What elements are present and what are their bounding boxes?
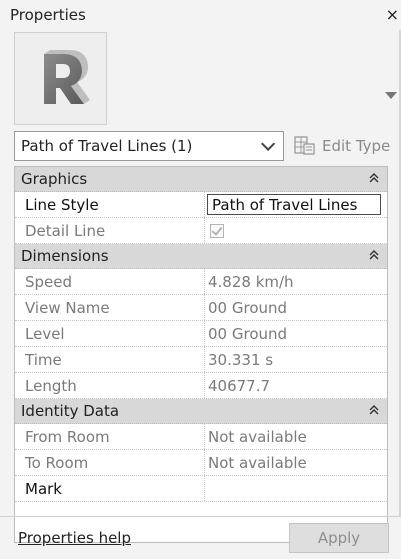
property-value-cell[interactable]: Path of Travel Lines: [205, 192, 387, 217]
property-row-length: Length 40677.7: [15, 373, 387, 399]
properties-help-link[interactable]: Properties help: [18, 529, 131, 547]
palette-title: Properties: [10, 6, 86, 24]
properties-grid: Graphics Line Style Path of Travel Lines…: [14, 166, 388, 543]
group-dimensions[interactable]: Dimensions: [15, 244, 387, 269]
property-row-view-name: View Name 00 Ground: [15, 295, 387, 321]
collapse-up-icon[interactable]: [369, 249, 379, 264]
property-row-mark[interactable]: Mark: [15, 476, 387, 502]
property-row-line-style[interactable]: Line Style Path of Travel Lines: [15, 192, 387, 218]
group-label: Graphics: [21, 170, 88, 188]
type-preview-area: [0, 30, 401, 128]
title-bar: Properties ×: [0, 0, 401, 30]
property-row-speed: Speed 4.828 km/h: [15, 269, 387, 295]
property-row-time: Time 30.331 s: [15, 347, 387, 373]
group-identity-data[interactable]: Identity Data: [15, 399, 387, 424]
property-value: Not available: [208, 427, 307, 446]
property-value-cell: [205, 218, 387, 243]
property-value: 00 Ground: [208, 324, 288, 343]
line-style-field[interactable]: Path of Travel Lines: [207, 194, 381, 215]
close-icon[interactable]: ×: [386, 7, 399, 23]
property-value: Not available: [208, 453, 307, 472]
property-label: To Room: [15, 450, 205, 475]
apply-button[interactable]: Apply: [289, 523, 389, 553]
type-preview-dropdown-icon[interactable]: [385, 92, 397, 99]
collapse-up-icon[interactable]: [369, 404, 379, 419]
property-label: Time: [15, 347, 205, 372]
detail-line-checkbox: [210, 223, 224, 238]
property-label: Length: [15, 373, 205, 398]
property-label: Line Style: [15, 192, 205, 217]
property-label: View Name: [15, 295, 205, 320]
collapse-up-icon[interactable]: [369, 172, 379, 187]
property-value: 30.331 s: [208, 350, 274, 369]
edit-type-button[interactable]: Edit Type: [294, 131, 390, 161]
group-label: Identity Data: [21, 402, 120, 420]
edit-type-label: Edit Type: [322, 137, 391, 155]
property-value: 40677.7: [208, 376, 271, 395]
type-selector-dropdown[interactable]: Path of Travel Lines (1): [14, 131, 284, 161]
property-row-level: Level 00 Ground: [15, 321, 387, 347]
edit-type-icon: [294, 136, 316, 156]
properties-palette: Properties × Path of Travel Lines (1) Ed…: [0, 0, 401, 559]
property-value: 4.828 km/h: [208, 272, 294, 291]
property-row-to-room: To Room Not available: [15, 450, 387, 476]
property-label: From Room: [15, 424, 205, 449]
property-value: 00 Ground: [208, 298, 288, 317]
property-label: Speed: [15, 269, 205, 294]
property-label: Detail Line: [15, 218, 205, 243]
revit-logo-icon: [14, 32, 107, 125]
property-row-detail-line: Detail Line: [15, 218, 387, 244]
type-selector-value: Path of Travel Lines (1): [21, 137, 193, 155]
mark-field[interactable]: [205, 476, 387, 501]
property-row-from-room: From Room Not available: [15, 424, 387, 450]
chevron-down-icon: [261, 136, 276, 151]
type-selector-row: Path of Travel Lines (1) Edit Type: [14, 131, 394, 161]
group-graphics[interactable]: Graphics: [15, 167, 387, 192]
property-label: Level: [15, 321, 205, 346]
group-label: Dimensions: [21, 247, 109, 265]
property-label: Mark: [15, 476, 205, 501]
palette-footer: Properties help Apply: [0, 516, 401, 559]
